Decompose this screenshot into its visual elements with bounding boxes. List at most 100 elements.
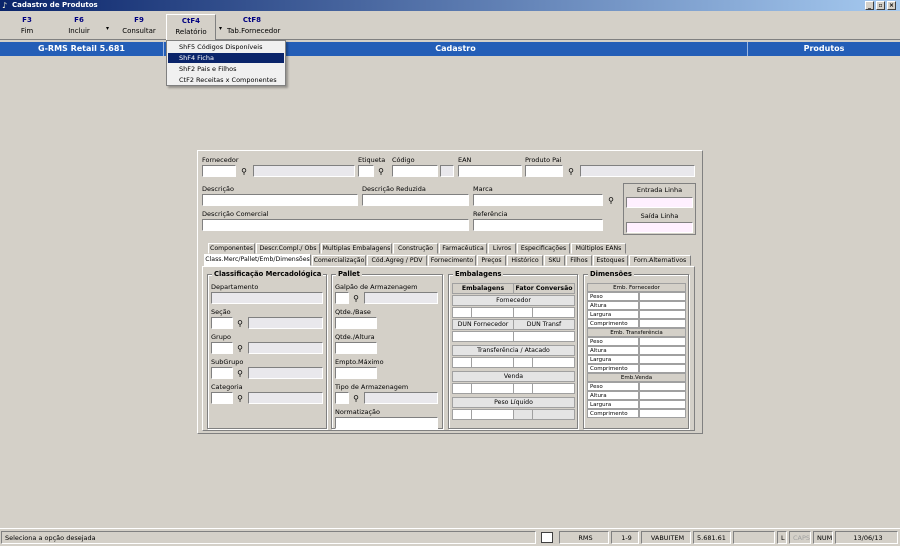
- relatorio-button[interactable]: CtF4 Relatório: [166, 14, 216, 41]
- tab-fornecedor-label: Tab.Fornecedor: [227, 27, 281, 35]
- marca-input[interactable]: [473, 194, 603, 206]
- incluir-button[interactable]: F6 Incluir: [54, 16, 104, 35]
- menu-item-pais-filhos[interactable]: ShF2 Pais e Filhos: [168, 64, 284, 74]
- emb-transf-unit[interactable]: [452, 357, 472, 368]
- produto-pai-input[interactable]: [525, 165, 563, 177]
- menu-item-ficha[interactable]: ShF4 Ficha: [168, 53, 284, 63]
- tab-componentes[interactable]: Componentes: [208, 243, 255, 254]
- tab-farmaceutica[interactable]: Farmacêutica: [439, 243, 487, 254]
- dim-forn-peso-input[interactable]: [639, 292, 686, 301]
- tab-fornecedor-button[interactable]: CtF8 Tab.Fornecedor: [227, 16, 281, 35]
- produto-pai-search-icon[interactable]: ⚲: [565, 166, 577, 177]
- emb-venda-fator-unit[interactable]: [513, 383, 533, 394]
- tab-historico[interactable]: Histórico: [507, 255, 543, 266]
- status-unit: 1-9: [611, 531, 639, 544]
- subgrupo-input[interactable]: [211, 367, 233, 379]
- secao-search-icon[interactable]: ⚲: [234, 318, 246, 329]
- dim-transf-largura-label: Largura: [587, 355, 639, 364]
- secao-input[interactable]: [211, 317, 233, 329]
- consultar-button[interactable]: F9 Consultar: [114, 16, 164, 35]
- codigo-input[interactable]: [392, 165, 438, 177]
- dim-transf-largura-input[interactable]: [639, 355, 686, 364]
- descricao-comercial-input[interactable]: [202, 219, 469, 231]
- empto-maximo-input[interactable]: [335, 367, 377, 379]
- tab-estoques[interactable]: Estoques: [593, 255, 628, 266]
- dim-transf-comprimento-input[interactable]: [639, 364, 686, 373]
- classificacao-group: Classificação Mercadológica Departamento…: [207, 270, 327, 429]
- close-button[interactable]: ×: [887, 1, 896, 10]
- etiqueta-search-icon[interactable]: ⚲: [375, 166, 387, 177]
- categoria-search-icon[interactable]: ⚲: [234, 393, 246, 404]
- grupo-input[interactable]: [211, 342, 233, 354]
- tab-construcao[interactable]: Construção: [393, 243, 438, 254]
- categoria-input[interactable]: [211, 392, 233, 404]
- dim-transf-altura-input[interactable]: [639, 346, 686, 355]
- status-message: Seleciona a opção desejada: [1, 531, 536, 544]
- dim-forn-comprimento-input[interactable]: [639, 319, 686, 328]
- emb-venda-qty[interactable]: [471, 383, 514, 394]
- tab-especificacoes[interactable]: Especificações: [517, 243, 570, 254]
- tab-multiplas-embalagens[interactable]: Multiplas Embalagens: [321, 243, 392, 254]
- incluir-dropdown-icon[interactable]: ▾: [106, 25, 109, 32]
- descricao-input[interactable]: [202, 194, 358, 206]
- fim-button[interactable]: F3 Fim: [2, 16, 52, 35]
- dun-fornecedor-input[interactable]: [452, 331, 514, 342]
- clipboard-icon[interactable]: [541, 532, 553, 543]
- peso-liquido-unit[interactable]: [452, 409, 472, 420]
- dim-forn-largura-input[interactable]: [639, 310, 686, 319]
- tab-multiplos-eans[interactable]: Múltiplos EANs: [571, 243, 626, 254]
- produto-pai-name-field: [580, 165, 695, 177]
- galpao-search-icon[interactable]: ⚲: [350, 293, 362, 304]
- tab-descr-compl[interactable]: Descr.Compl./ Obs: [256, 243, 320, 254]
- emb-transf-fator-unit[interactable]: [513, 357, 533, 368]
- tab-cod-agreg[interactable]: Cód.Agreg / PDV: [367, 255, 427, 266]
- fornecedor-input[interactable]: [202, 165, 236, 177]
- descricao-reduzida-input[interactable]: [362, 194, 469, 206]
- relatorio-dropdown-icon[interactable]: ▾: [219, 25, 222, 32]
- etiqueta-input[interactable]: [358, 165, 374, 177]
- emb-fornecedor-fator-unit[interactable]: [513, 307, 533, 318]
- emb-venda-fator[interactable]: [532, 383, 575, 394]
- tipo-armazenagem-input[interactable]: [335, 392, 349, 404]
- tab-filhos[interactable]: Filhos: [566, 255, 592, 266]
- tab-livros[interactable]: Livros: [488, 243, 516, 254]
- emb-fornecedor-qty[interactable]: [471, 307, 514, 318]
- dun-transf-input[interactable]: [513, 331, 575, 342]
- ean-input[interactable]: [458, 165, 522, 177]
- marca-search-icon[interactable]: ⚲: [605, 195, 617, 206]
- dim-forn-altura-input[interactable]: [639, 301, 686, 310]
- emb-transf-qty[interactable]: [471, 357, 514, 368]
- emb-transf-fator[interactable]: [532, 357, 575, 368]
- tab-sku[interactable]: SKU: [544, 255, 565, 266]
- tab-comercializacao[interactable]: Comercialização: [312, 255, 366, 266]
- referencia-input[interactable]: [473, 219, 603, 231]
- dim-venda-largura-label: Largura: [587, 400, 639, 409]
- dim-venda-peso-input[interactable]: [639, 382, 686, 391]
- dim-venda-altura-input[interactable]: [639, 391, 686, 400]
- tipo-armazenagem-search-icon[interactable]: ⚲: [350, 393, 362, 404]
- emb-fornecedor-fator[interactable]: [532, 307, 575, 318]
- emb-fornecedor-unit[interactable]: [452, 307, 472, 318]
- menu-item-codigos-disponiveis[interactable]: ShF5 Códigos Disponíveis: [168, 42, 284, 52]
- tab-class-merc[interactable]: Class.Merc/Pallet/Emb/Dimensões: [204, 254, 311, 266]
- dim-transf-peso-input[interactable]: [639, 337, 686, 346]
- fornecedor-search-icon[interactable]: ⚲: [238, 166, 250, 177]
- qtde-altura-input[interactable]: [335, 342, 377, 354]
- grupo-search-icon[interactable]: ⚲: [234, 343, 246, 354]
- dim-venda-largura-input[interactable]: [639, 400, 686, 409]
- peso-liquido-blank-1: [513, 409, 533, 420]
- dim-venda-comprimento-input[interactable]: [639, 409, 686, 418]
- tab-precos[interactable]: Preços: [477, 255, 506, 266]
- menu-item-receitas-componentes[interactable]: CtF2 Receitas x Componentes: [168, 75, 284, 85]
- tab-forn-alternativos[interactable]: Forn.Alternativos: [629, 255, 691, 266]
- subgrupo-search-icon[interactable]: ⚲: [234, 368, 246, 379]
- emb-venda-unit[interactable]: [452, 383, 472, 394]
- maximize-button[interactable]: ▫: [876, 1, 885, 10]
- normatizacao-input[interactable]: [335, 417, 438, 429]
- qtde-base-input[interactable]: [335, 317, 377, 329]
- minimize-button[interactable]: _: [865, 1, 874, 10]
- galpao-input[interactable]: [335, 292, 349, 304]
- tab-fornecimento[interactable]: Fornecimento: [428, 255, 476, 266]
- peso-liquido-value[interactable]: [471, 409, 514, 420]
- product-form-panel: Fornecedor ⚲ Etiqueta ⚲ Código EAN Produ…: [197, 150, 703, 434]
